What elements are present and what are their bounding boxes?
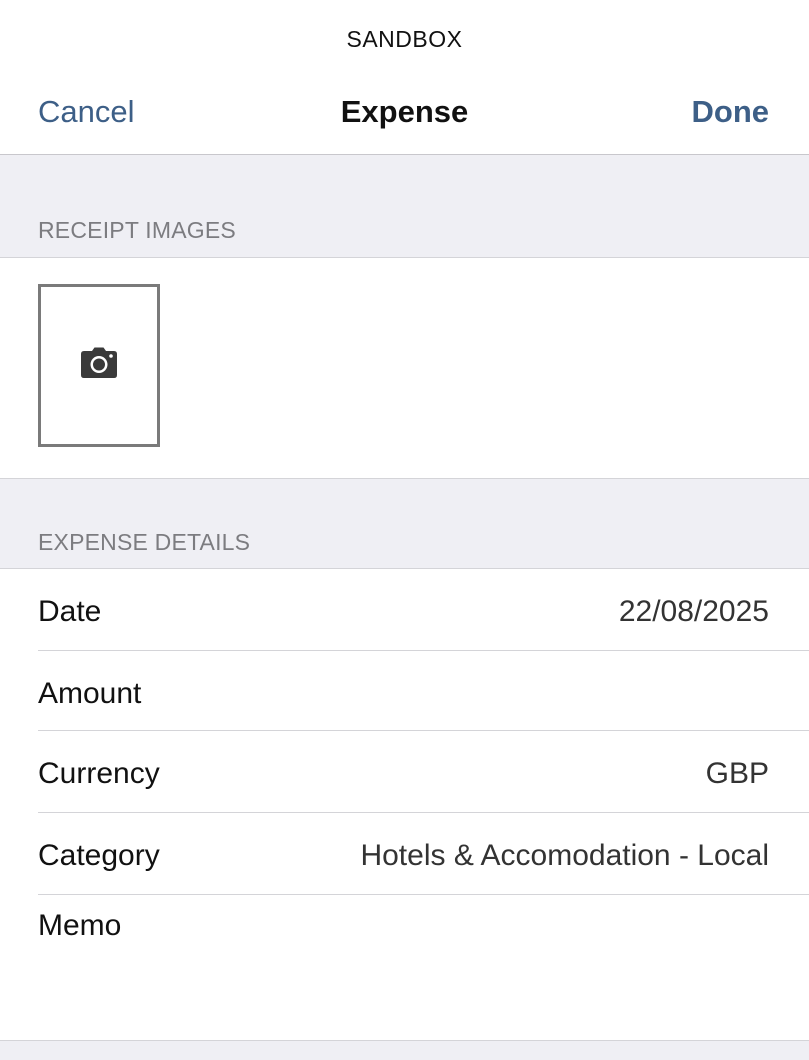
memo-label: Memo (38, 909, 122, 942)
done-button[interactable]: Done (692, 94, 770, 130)
currency-row[interactable]: Currency GBP (0, 731, 809, 811)
date-row[interactable]: Date 22/08/2025 (0, 569, 809, 649)
date-value: 22/08/2025 (618, 595, 769, 628)
memo-row[interactable]: Memo (0, 895, 809, 1040)
cancel-button[interactable]: Cancel (38, 94, 135, 130)
add-receipt-button[interactable] (38, 284, 160, 447)
receipt-section-title: RECEIPT IMAGES (38, 217, 236, 243)
amount-row[interactable]: Amount (0, 651, 809, 731)
details-section-title: EXPENSE DETAILS (38, 529, 251, 555)
details-section-header: EXPENSE DETAILS (0, 479, 809, 568)
currency-label: Currency (38, 757, 160, 790)
category-value: Hotels & Accomodation - Local (360, 839, 769, 872)
category-label: Category (38, 839, 160, 872)
section-divider (0, 257, 809, 258)
receipt-section-header: RECEIPT IMAGES (0, 155, 809, 257)
navigation-bar: Expense Cancel Done (0, 80, 809, 146)
environment-label: SANDBOX (346, 26, 463, 52)
amount-label: Amount (38, 677, 142, 710)
category-row[interactable]: Category Hotels & Accomodation - Local (0, 813, 809, 893)
section-footer (0, 1041, 809, 1060)
camera-icon (79, 347, 119, 384)
currency-value: GBP (705, 757, 769, 790)
date-label: Date (38, 595, 102, 628)
